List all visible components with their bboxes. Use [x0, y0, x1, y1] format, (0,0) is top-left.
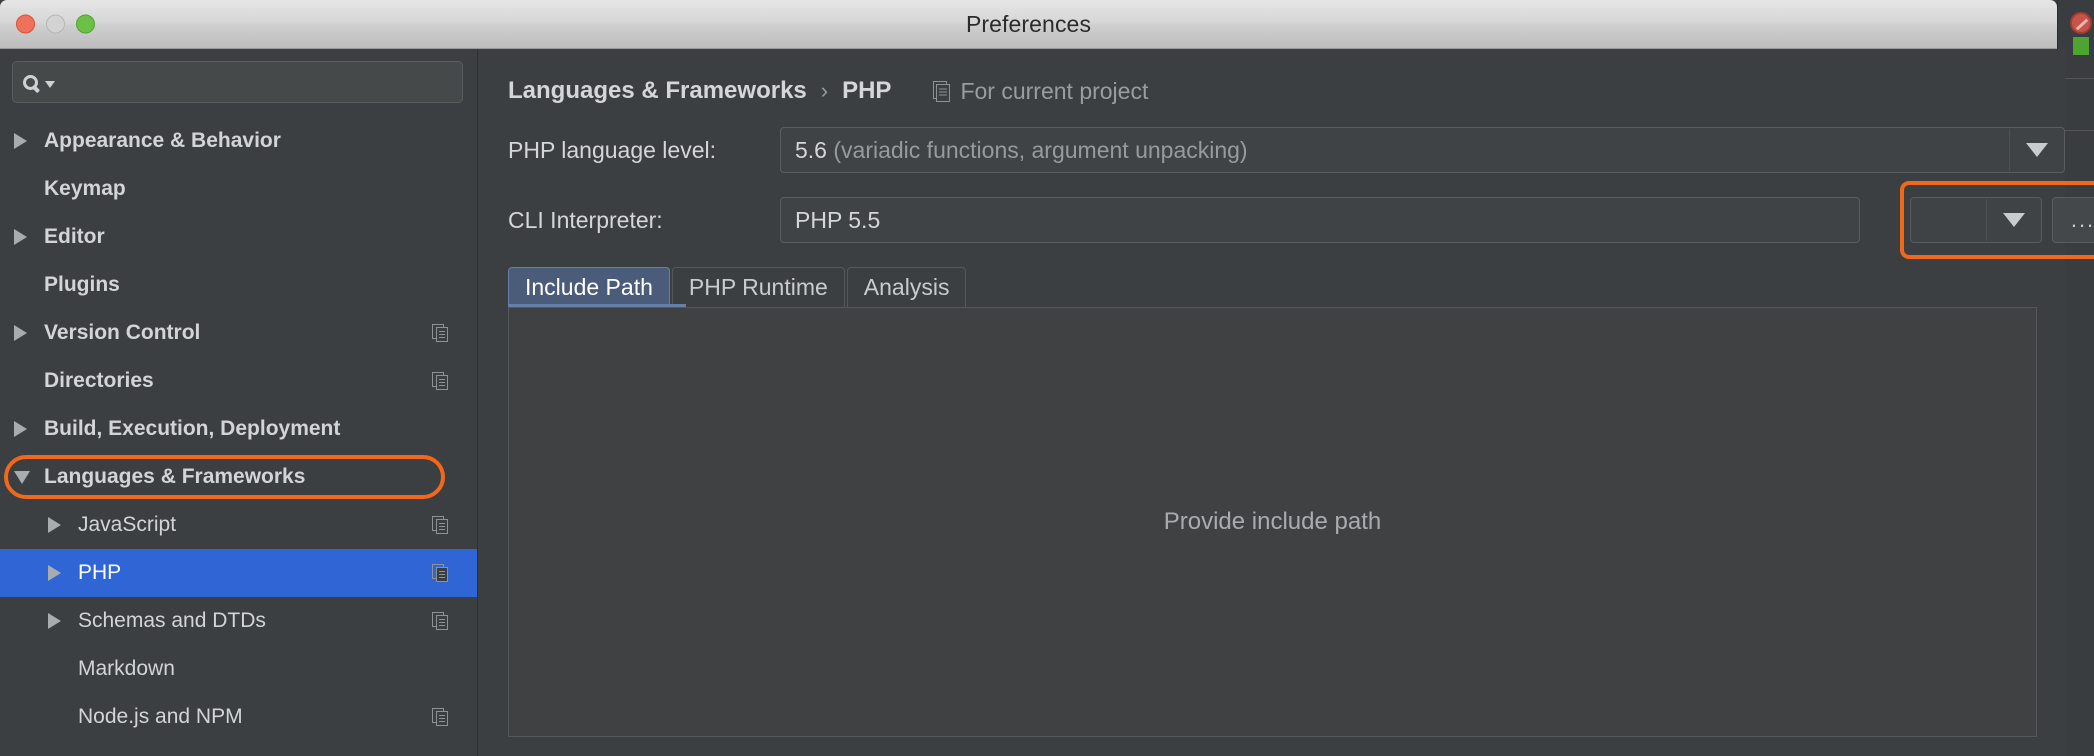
tab-include-path[interactable]: Include Path	[508, 267, 670, 307]
cli-interpreter-combo[interactable]: PHP 5.5	[780, 197, 1860, 243]
cli-interpreter-dropdown-arrow[interactable]	[1986, 199, 2040, 241]
php-language-level-combo[interactable]: 5.6 (variadic functions, argument unpack…	[780, 127, 2065, 173]
scope-note: For current project	[933, 78, 1148, 105]
sidebar-item-label: PHP	[78, 561, 121, 585]
zoom-button[interactable]	[76, 15, 95, 34]
cli-interpreter-controls: ...	[1910, 193, 2094, 247]
sidebar-item-label: Markdown	[78, 657, 175, 681]
project-scope-icon	[431, 323, 451, 343]
php-language-level-value: 5.6 (variadic functions, argument unpack…	[781, 137, 1248, 164]
breadcrumb-leaf: PHP	[842, 77, 891, 105]
preferences-window: Preferences Appearance & Behavior Keymap E…	[0, 0, 2094, 756]
preferences-content: Appearance & Behavior Keymap Editor Plugins…	[0, 49, 2057, 756]
php-language-level-dropdown-arrow[interactable]	[2009, 129, 2063, 171]
chevron-right-icon[interactable]	[14, 325, 36, 341]
sidebar-item-markdown[interactable]: Markdown	[0, 645, 477, 693]
cli-interpreter-label: CLI Interpreter:	[508, 207, 780, 234]
sidebar-item-schemas-and-dtds[interactable]: Schemas and DTDs	[0, 597, 477, 645]
sidebar-item-label: Plugins	[44, 273, 120, 297]
chevron-down-icon	[45, 81, 55, 88]
sidebar-item-label: Languages & Frameworks	[44, 465, 305, 489]
project-scope-icon	[431, 371, 451, 391]
include-path-panel[interactable]: Provide include path	[508, 307, 2037, 737]
background-app-icon-green	[2073, 37, 2089, 55]
triangle-right-glyph	[14, 325, 27, 341]
close-button[interactable]	[16, 15, 35, 34]
chevron-down-icon	[2003, 213, 2025, 227]
chevron-right-icon[interactable]	[14, 421, 36, 437]
sidebar-item-label: Appearance & Behavior	[44, 129, 281, 153]
cli-interpreter-value: PHP 5.5	[781, 207, 880, 234]
sidebar-item-php[interactable]: PHP	[0, 549, 477, 597]
minimize-button[interactable]	[46, 15, 65, 34]
chevron-right-icon[interactable]	[48, 565, 70, 581]
triangle-right-glyph	[48, 517, 61, 533]
window-titlebar: Preferences	[0, 0, 2057, 49]
sidebar-item-directories[interactable]: Directories	[0, 357, 477, 405]
sidebar-item-label: Directories	[44, 369, 154, 393]
sidebar-item-plugins[interactable]: Plugins	[0, 261, 477, 309]
sidebar-item-javascript[interactable]: JavaScript	[0, 501, 477, 549]
settings-tab-bar: Include Path PHP Runtime Analysis	[508, 265, 2065, 307]
sidebar-item-languages-frameworks[interactable]: Languages & Frameworks	[0, 453, 477, 501]
settings-sidebar: Appearance & Behavior Keymap Editor Plugins…	[0, 49, 478, 756]
cli-interpreter-browse-button[interactable]: ...	[2052, 197, 2094, 243]
chevron-right-icon[interactable]	[14, 133, 36, 149]
settings-main-panel: Languages & Frameworks › PHP For current…	[478, 49, 2065, 756]
sidebar-item-label: Version Control	[44, 321, 200, 345]
tab-label: Analysis	[864, 274, 950, 301]
chevron-down-icon[interactable]	[14, 471, 36, 484]
sidebar-item-build-execution-deployment[interactable]: Build, Execution, Deployment	[0, 405, 477, 453]
search-icon	[23, 75, 55, 90]
search-box[interactable]	[12, 61, 463, 103]
sidebar-item-label: Keymap	[44, 177, 126, 201]
project-scope-icon	[431, 611, 451, 631]
chevron-right-icon[interactable]	[48, 517, 70, 533]
triangle-right-glyph	[48, 613, 61, 629]
chevron-right-icon[interactable]	[14, 229, 36, 245]
sidebar-item-appearance-behavior[interactable]: Appearance & Behavior	[0, 117, 477, 165]
scope-note-label: For current project	[960, 78, 1148, 105]
project-scope-icon	[933, 81, 951, 102]
tab-analysis[interactable]: Analysis	[847, 267, 967, 307]
window-title: Preferences	[0, 11, 2057, 38]
background-app-icon-red	[2070, 12, 2092, 34]
sidebar-item-node-js-and-npm[interactable]: Node.js and NPM	[0, 693, 477, 741]
include-path-placeholder: Provide include path	[509, 508, 2036, 536]
breadcrumb-separator: ›	[821, 78, 828, 104]
php-language-level-label: PHP language level:	[508, 137, 780, 164]
sidebar-item-version-control[interactable]: Version Control	[0, 309, 477, 357]
tab-php-runtime[interactable]: PHP Runtime	[672, 267, 845, 307]
triangle-right-glyph	[14, 133, 27, 149]
sidebar-item-editor[interactable]: Editor	[0, 213, 477, 261]
chevron-right-icon[interactable]	[48, 613, 70, 629]
traffic-light-group	[16, 15, 95, 34]
triangle-down-glyph	[14, 471, 30, 484]
tab-label: PHP Runtime	[689, 274, 828, 301]
triangle-right-glyph	[14, 229, 27, 245]
sidebar-item-label: Schemas and DTDs	[78, 609, 266, 633]
sidebar-item-label: Node.js and NPM	[78, 705, 243, 729]
sidebar-item-keymap[interactable]: Keymap	[0, 165, 477, 213]
breadcrumb-root[interactable]: Languages & Frameworks	[508, 77, 807, 105]
settings-tree: Appearance & Behavior Keymap Editor Plugins…	[0, 117, 477, 741]
triangle-right-glyph	[14, 421, 27, 437]
sidebar-item-label: JavaScript	[78, 513, 176, 537]
cli-interpreter-row: CLI Interpreter: PHP 5.5 ...	[508, 197, 2065, 243]
breadcrumb: Languages & Frameworks › PHP For current…	[478, 49, 2065, 105]
project-scope-icon	[431, 563, 451, 583]
project-scope-icon	[431, 515, 451, 535]
triangle-right-glyph	[48, 565, 61, 581]
sidebar-item-label: Editor	[44, 225, 105, 249]
search-input[interactable]	[63, 72, 452, 93]
php-language-level-row: PHP language level: 5.6 (variadic functi…	[508, 127, 2065, 173]
cli-interpreter-dropdown[interactable]	[1910, 197, 2042, 243]
chevron-down-icon	[2026, 143, 2048, 157]
project-scope-icon	[431, 707, 451, 727]
tab-label: Include Path	[525, 274, 653, 301]
sidebar-item-label: Build, Execution, Deployment	[44, 417, 340, 441]
